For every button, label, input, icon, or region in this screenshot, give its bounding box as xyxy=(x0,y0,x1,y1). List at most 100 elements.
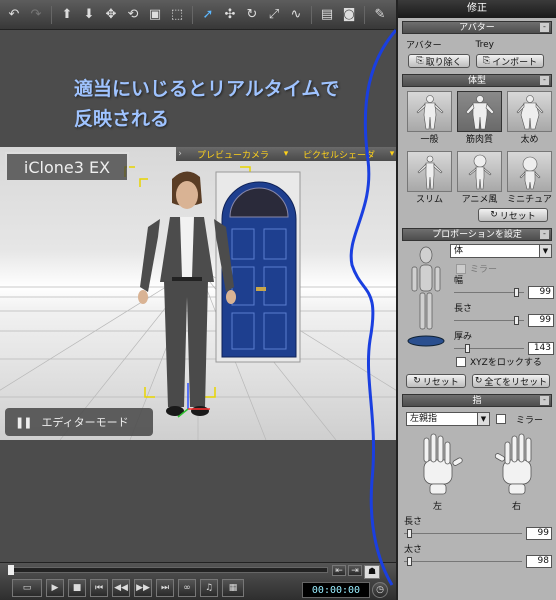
audio-icon[interactable]: ♫ xyxy=(200,579,218,597)
left-hand[interactable]: 左 xyxy=(412,432,464,512)
proportion-section-header[interactable]: プロポーションを設定 - xyxy=(402,228,552,241)
finger-dropdown[interactable]: 左親指 ▼ xyxy=(406,412,490,426)
body-preset-anime[interactable]: アニメ風 xyxy=(457,151,502,205)
main-toolbar: ↶ ↷ ⬆ ⬇ ✥ ⟲ ▣ ⬚ ➚ ✣ ↻ ⤢ ∿ ▤ ◙ ✎ xyxy=(0,0,396,30)
finger-thickness-slider-knob[interactable] xyxy=(406,557,412,566)
body-preset-miniature[interactable]: ミニチュア xyxy=(507,151,552,205)
finger-section-header[interactable]: 指 - xyxy=(402,394,552,407)
finger-length-slider[interactable] xyxy=(404,529,522,538)
avatar-label: アバター xyxy=(406,41,442,51)
finger-length-slider-knob[interactable] xyxy=(406,529,412,538)
body-preset-muscular[interactable]: 筋肉質 xyxy=(457,91,502,145)
body-preset-anime-label: アニメ風 xyxy=(461,195,498,205)
move-up-icon[interactable]: ⬆ xyxy=(57,4,77,26)
rewind-start-icon[interactable]: ⏮ xyxy=(90,579,108,597)
finger-thickness-group: 太さ 98 xyxy=(404,542,552,568)
length-value[interactable]: 99 xyxy=(528,314,554,327)
proportion-section-title: プロポーションを設定 xyxy=(432,230,522,240)
finger-thickness-value[interactable]: 98 xyxy=(526,555,552,568)
record-icon[interactable]: ▭ xyxy=(12,579,42,597)
body-preset-general-label: 一般 xyxy=(420,135,439,145)
undo-icon[interactable]: ↶ xyxy=(4,4,24,26)
right-hand[interactable]: 右 xyxy=(491,432,543,512)
body-preset-slim[interactable]: スリム xyxy=(407,151,452,205)
thickness-value[interactable]: 143 xyxy=(528,342,554,355)
mirror-checkbox[interactable] xyxy=(456,263,466,274)
step-forward-icon[interactable]: ▶▶ xyxy=(134,579,152,597)
chevron-down-icon[interactable]: ▾ xyxy=(282,149,290,159)
annotation-line-2: 反映される xyxy=(74,108,170,130)
editor-mode-toggle[interactable]: ❚❚ エディターモード xyxy=(5,408,153,436)
body-preset-heavy-label: 太め xyxy=(520,135,539,145)
collapse-icon[interactable]: - xyxy=(540,396,549,405)
thickness-slider-knob[interactable] xyxy=(465,344,470,353)
step-back-icon[interactable]: ◀◀ xyxy=(112,579,130,597)
body-thumb-anime-icon xyxy=(457,151,502,192)
screen-icon[interactable]: ▤ xyxy=(317,4,337,26)
toolbar-divider xyxy=(51,5,52,24)
avatar-name: Trey xyxy=(475,39,494,50)
thickness-slider[interactable] xyxy=(454,344,524,353)
collapse-icon[interactable]: - xyxy=(540,23,549,32)
length-slider-knob[interactable] xyxy=(514,316,519,325)
body-preset-general[interactable]: 一般 xyxy=(407,91,452,145)
width-label: 幅 xyxy=(454,276,464,286)
reset-all-button[interactable]: ↻ 全てをリセット xyxy=(472,374,550,388)
left-hand-icon xyxy=(423,433,463,495)
width-slider[interactable] xyxy=(454,288,524,297)
play-icon[interactable]: ▶ xyxy=(46,579,64,597)
forward-end-icon[interactable]: ⏭ xyxy=(156,579,174,597)
avatar-section-header[interactable]: アバター - xyxy=(402,21,552,34)
move-down-icon[interactable]: ⬇ xyxy=(79,4,99,26)
lock-xyz-checkbox[interactable] xyxy=(456,356,466,367)
frame-icon[interactable]: ⬚ xyxy=(167,4,187,26)
finger-length-value[interactable]: 99 xyxy=(526,527,552,540)
3d-scene[interactable] xyxy=(0,147,396,440)
chevron-right-icon[interactable]: › xyxy=(176,149,184,159)
width-value[interactable]: 99 xyxy=(528,286,554,299)
length-slider[interactable] xyxy=(454,316,524,325)
body-part-dropdown[interactable]: 体 ▼ xyxy=(450,244,552,258)
loop-icon[interactable]: ∞ xyxy=(178,579,196,597)
width-slider-knob[interactable] xyxy=(514,288,519,297)
transform-icon[interactable]: ✣ xyxy=(220,4,240,26)
move-icon[interactable]: ✥ xyxy=(101,4,121,26)
toolbar-divider xyxy=(192,5,193,24)
preview-camera-dropdown[interactable]: プレビューカメラ xyxy=(184,148,282,161)
width-slider-group: 幅 99 xyxy=(454,273,554,299)
select-icon[interactable]: ➚ xyxy=(198,4,218,26)
proportion-reset-button[interactable]: ↻ リセット xyxy=(406,374,466,388)
curve-icon[interactable]: ∿ xyxy=(286,4,306,26)
import-avatar-button[interactable]: ⎘ インポート xyxy=(476,54,544,68)
remove-avatar-label: 取り除く xyxy=(425,57,462,68)
redo-icon[interactable]: ↷ xyxy=(26,4,46,26)
body-preset-heavy[interactable]: 太め xyxy=(507,91,552,145)
finger-thickness-slider[interactable] xyxy=(404,557,522,566)
chevron-down-icon[interactable]: ▼ xyxy=(539,245,551,257)
finger-length-group: 長さ 99 xyxy=(404,514,552,540)
body-reset-button[interactable]: ↻ リセット xyxy=(478,208,548,222)
toolbar-divider xyxy=(311,5,312,24)
finger-thickness-label: 太さ xyxy=(404,545,423,555)
stop-icon[interactable]: ■ xyxy=(68,579,86,597)
rotate-tool-icon[interactable]: ↻ xyxy=(242,4,262,26)
proportion-editor: 体 ▼ ミラー 幅 99 長さ 99 厚み 143 xyxy=(398,241,556,355)
finger-mirror-checkbox[interactable] xyxy=(496,414,506,424)
scale-icon[interactable]: ⤢ xyxy=(264,4,284,26)
body-thumb-slim-icon xyxy=(407,151,452,192)
3d-viewport[interactable]: 適当にいじるとリアルタイムで 反映される iClone3 EX › プレビューカ… xyxy=(0,30,396,562)
timeline-scrubber[interactable] xyxy=(8,567,328,573)
body-type-section-header[interactable]: 体型 - xyxy=(402,74,552,87)
body-preset-slim-label: スリム xyxy=(415,195,443,205)
film-icon[interactable]: ▦ xyxy=(222,579,244,597)
collapse-icon[interactable]: - xyxy=(540,230,549,239)
collapse-icon[interactable]: - xyxy=(540,76,549,85)
chevron-down-icon[interactable]: ▼ xyxy=(477,413,489,425)
camera-icon[interactable]: ▣ xyxy=(145,4,165,26)
annotation-line-1: 適当にいじるとリアルタイムで xyxy=(74,78,340,100)
rotate-icon[interactable]: ⟲ xyxy=(123,4,143,26)
timeline-playhead[interactable] xyxy=(8,565,14,575)
remove-avatar-button[interactable]: ⎘ 取り除く xyxy=(408,54,470,68)
length-slider-group: 長さ 99 xyxy=(454,301,554,327)
right-hand-icon xyxy=(494,433,531,495)
